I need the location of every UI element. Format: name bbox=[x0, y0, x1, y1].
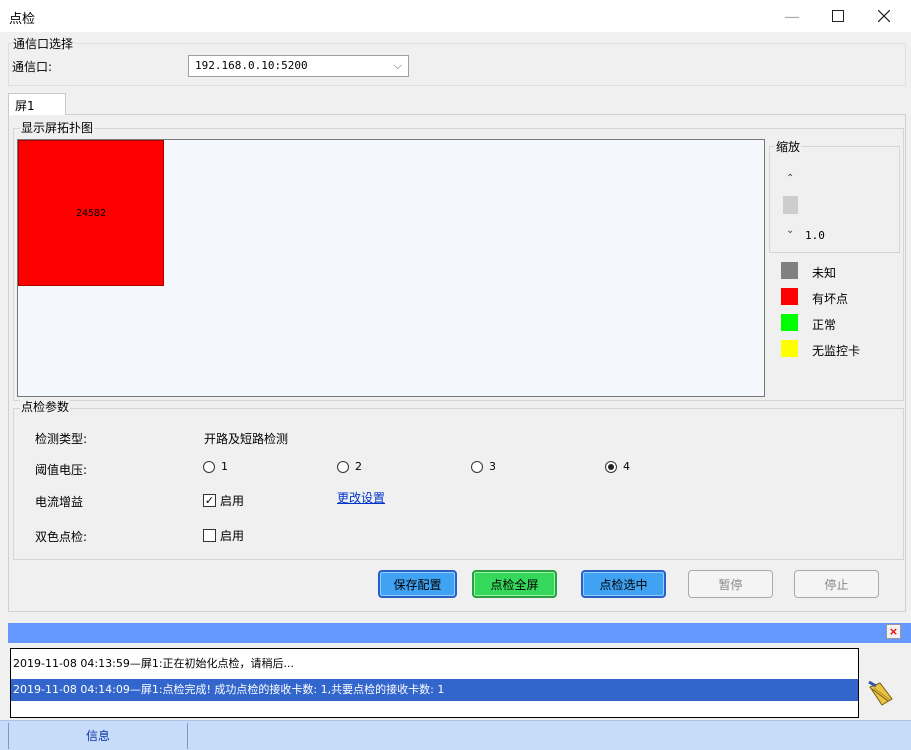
log-panel-header bbox=[8, 623, 911, 643]
maximize-button[interactable] bbox=[815, 0, 861, 32]
maximize-icon bbox=[832, 10, 844, 22]
minimize-icon: — bbox=[784, 6, 800, 26]
radio-icon bbox=[203, 460, 215, 473]
tab-screen-1[interactable]: 屏1 bbox=[8, 93, 66, 115]
log-entry[interactable]: 2019-11-08 04:13:59—屏1:正在初始化点检，请稍后... bbox=[11, 653, 858, 675]
gain-label: 电流增益 bbox=[35, 495, 84, 509]
gain-checkbox-label: 启用 bbox=[220, 494, 245, 508]
threshold-option-4[interactable]: 4 bbox=[605, 460, 630, 473]
checkbox-checked-icon: ✓ bbox=[203, 494, 216, 507]
check-full-screen-button[interactable]: 点检全屏 bbox=[472, 570, 557, 598]
zoom-down-arrow-icon[interactable]: ⌄ bbox=[786, 225, 794, 236]
threshold-label: 阈值电压: bbox=[35, 463, 88, 477]
comm-port-group bbox=[8, 43, 906, 86]
minimize-button[interactable]: — bbox=[769, 0, 815, 32]
params-group bbox=[13, 408, 904, 560]
detect-type-value: 开路及短路检测 bbox=[204, 432, 289, 446]
detect-type-label: 检测类型: bbox=[35, 432, 88, 446]
pause-button[interactable]: 暂停 bbox=[688, 570, 773, 598]
zoom-group-title: 缩放 bbox=[775, 138, 802, 155]
topology-group-title: 显示屏拓扑图 bbox=[20, 119, 95, 136]
dual-color-label: 双色点检: bbox=[35, 530, 88, 544]
dual-color-checkbox-label: 启用 bbox=[220, 529, 245, 543]
radio-icon bbox=[337, 460, 349, 473]
comm-port-group-title: 通信口选择 bbox=[12, 35, 75, 52]
legend-label-unknown: 未知 bbox=[812, 266, 837, 280]
legend-swatch-no-monitor-card bbox=[781, 340, 798, 357]
stop-button[interactable]: 停止 bbox=[794, 570, 879, 598]
legend-label-no-monitor-card: 无监控卡 bbox=[812, 344, 861, 358]
zoom-value: 1.0 bbox=[805, 229, 825, 242]
receiver-card-cell[interactable]: 24582 bbox=[18, 140, 164, 286]
checkbox-icon bbox=[203, 529, 216, 542]
close-icon bbox=[878, 10, 890, 22]
clear-log-broom-icon[interactable] bbox=[866, 679, 896, 709]
dual-color-checkbox[interactable]: 启用 bbox=[203, 527, 244, 544]
zoom-up-arrow-icon[interactable]: ⌃ bbox=[786, 173, 794, 184]
legend-swatch-unknown bbox=[781, 262, 798, 279]
window-title: 点检 bbox=[9, 12, 36, 27]
legend-swatch-normal bbox=[781, 314, 798, 331]
save-config-button[interactable]: 保存配置 bbox=[378, 570, 457, 598]
threshold-option-label: 1 bbox=[221, 460, 228, 473]
receiver-card-label: 24582 bbox=[75, 207, 107, 219]
threshold-option-1[interactable]: 1 bbox=[203, 460, 228, 473]
comm-port-select[interactable]: 192.168.0.10:5200 ⌵ bbox=[188, 55, 409, 77]
comm-port-value: 192.168.0.10:5200 bbox=[195, 59, 308, 72]
log-entry-selected[interactable]: 2019-11-08 04:14:09—屏1:点检完成! 成功点检的接收卡数: … bbox=[11, 679, 858, 701]
comm-port-label: 通信口: bbox=[12, 60, 53, 74]
threshold-option-label: 4 bbox=[623, 460, 630, 473]
log-close-icon[interactable]: × bbox=[886, 624, 901, 639]
threshold-option-3[interactable]: 3 bbox=[471, 460, 496, 473]
gain-checkbox[interactable]: ✓ 启用 bbox=[203, 492, 244, 509]
radio-icon bbox=[471, 460, 483, 473]
legend-label-bad-pixel: 有坏点 bbox=[812, 292, 849, 306]
tab-label: 屏1 bbox=[15, 99, 35, 113]
threshold-option-label: 3 bbox=[489, 460, 496, 473]
threshold-option-2[interactable]: 2 bbox=[337, 460, 362, 473]
close-button[interactable] bbox=[861, 0, 907, 32]
threshold-option-label: 2 bbox=[355, 460, 362, 473]
radio-selected-icon bbox=[605, 460, 617, 473]
legend-swatch-bad-pixel bbox=[781, 288, 798, 305]
status-tab-info[interactable]: 信息 bbox=[8, 723, 188, 749]
zoom-scroll-thumb[interactable] bbox=[783, 196, 798, 214]
chevron-down-icon: ⌵ bbox=[393, 59, 402, 72]
change-settings-link[interactable]: 更改设置 bbox=[337, 489, 385, 506]
params-group-title: 点检参数 bbox=[20, 398, 71, 415]
check-selected-button[interactable]: 点检选中 bbox=[581, 570, 666, 598]
legend-label-normal: 正常 bbox=[812, 318, 837, 332]
log-list[interactable]: 2019-11-08 04:13:59—屏1:正在初始化点检，请稍后... 20… bbox=[10, 648, 859, 718]
